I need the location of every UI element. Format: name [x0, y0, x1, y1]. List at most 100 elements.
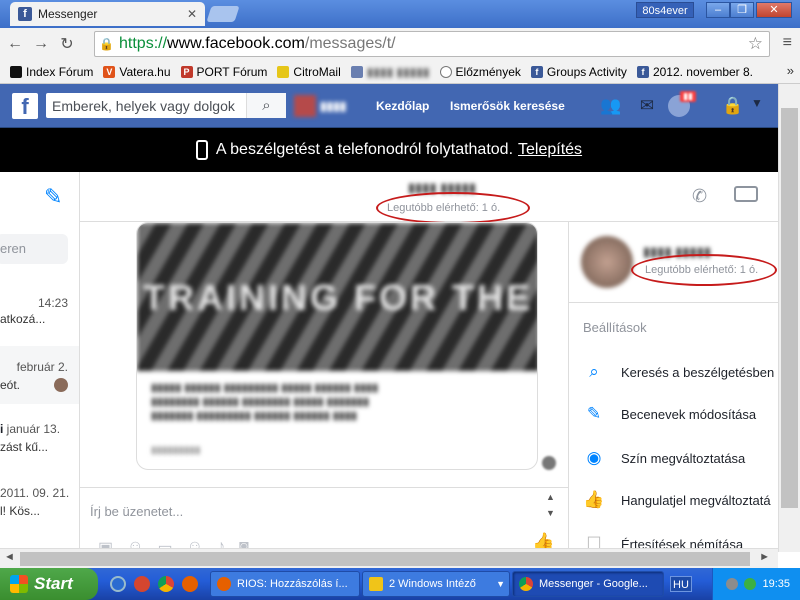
horizontal-scrollbar[interactable]: ◄ ► — [0, 548, 778, 568]
voice-call-icon[interactable]: ✆ — [692, 186, 707, 207]
taskbar-item-explorer[interactable]: 2 Windows Intéző ▼ — [362, 571, 510, 597]
tray-app-icon[interactable] — [726, 578, 739, 590]
back-arrow-icon[interactable]: ← — [4, 35, 26, 53]
taskbar-item-label: Messenger - Google... — [539, 578, 648, 590]
notifications-icon[interactable]: ▮▮ — [668, 91, 696, 117]
checkbox-icon: ☐ — [586, 534, 602, 548]
bookmarks-bar: Index Fórum V Vatera.hu P PORT Fórum Cit… — [0, 60, 800, 84]
mute-notifications-item[interactable]: ☐ Értesítések némítása — [583, 534, 743, 548]
conversation-time: február 2. — [16, 360, 68, 374]
folder-icon — [369, 577, 383, 591]
media-player-icon[interactable] — [110, 576, 126, 592]
search-icon[interactable]: ⌕ — [246, 93, 286, 118]
conversation-item[interactable]: i január 13. zást kű... — [0, 410, 79, 470]
facebook-favicon-icon: f — [18, 7, 32, 21]
messenger-icon[interactable]: ✉ — [636, 96, 658, 116]
scroll-left-arrow-icon[interactable]: ◄ — [4, 551, 15, 563]
window-close-button[interactable]: ✕ — [756, 2, 792, 18]
minimize-button[interactable]: – — [706, 2, 730, 18]
group-dropdown-icon[interactable]: ▼ — [496, 579, 505, 589]
compose-new-message-icon[interactable]: ✎ — [44, 184, 62, 210]
new-tab-button[interactable] — [206, 6, 240, 22]
browser-tab-messenger[interactable]: f Messenger ✕ — [10, 2, 205, 26]
conversation-item-selected[interactable]: február 2. eót. — [0, 346, 79, 404]
scroll-thumb[interactable] — [781, 108, 798, 508]
chrome-icon[interactable] — [158, 576, 174, 592]
video-call-icon[interactable] — [734, 186, 758, 202]
maximize-button[interactable]: ❐ — [730, 2, 754, 18]
facebook-logo-icon[interactable]: f — [12, 93, 38, 119]
red-annotation-ellipse — [376, 192, 530, 224]
network-icon[interactable] — [744, 578, 757, 590]
red-annotation-ellipse — [631, 254, 777, 286]
scroll-down-arrow-icon[interactable]: ▼ — [546, 508, 555, 518]
account-dropdown-icon[interactable]: ▼ — [746, 96, 768, 116]
url-domain: www.facebook.com — [167, 35, 305, 52]
address-bar[interactable]: 🔒 https:// www.facebook.com /messages/t/… — [94, 31, 770, 57]
conversation-snippet: atkozá... — [0, 312, 46, 326]
search-in-conversation-item[interactable]: ⌕ Keresés a beszélgetésben — [583, 362, 774, 382]
port-favicon-icon: P — [180, 65, 193, 78]
scroll-up-arrow-icon[interactable]: ▲ — [546, 492, 555, 502]
message-input[interactable] — [90, 504, 530, 519]
reload-icon[interactable]: ↻ — [56, 34, 78, 54]
language-indicator[interactable]: HU — [670, 576, 692, 592]
bookmark-star-icon[interactable]: ☆ — [748, 34, 763, 54]
edit-nicknames-item[interactable]: ✎ Becenevek módosítása — [583, 404, 756, 424]
palette-icon: ◉ — [586, 448, 602, 467]
bookmark-history[interactable]: Előzmények — [439, 65, 521, 79]
profile-link[interactable]: ▮▮▮▮ — [294, 94, 358, 118]
settings-item-label: Szín megváltoztatása — [621, 450, 746, 466]
clock: 19:35 — [762, 578, 790, 590]
change-emoji-item[interactable]: 👍 Hangulatjel megváltoztatá — [583, 490, 770, 510]
find-friends-link[interactable]: Ismerősök keresése — [450, 99, 565, 113]
start-button[interactable]: Start — [0, 568, 98, 600]
taskbar-item-chrome-messenger[interactable]: Messenger - Google... — [512, 571, 664, 597]
shared-link-card[interactable]: TRAINING FOR THE ▮▮▮▮▮ ▮▮▮▮▮▮ ▮▮▮▮▮▮▮▮▮ … — [136, 222, 538, 470]
browser-user-badge[interactable]: 80s4ever — [636, 2, 694, 18]
vertical-scrollbar[interactable] — [778, 84, 800, 552]
bookmark-label: Vatera.hu — [119, 64, 171, 79]
install-link[interactable]: Telepítés — [518, 141, 582, 159]
conversation-snippet: eót. — [0, 378, 21, 392]
facebook-search-input[interactable] — [46, 97, 246, 114]
bookmark-port-forum[interactable]: P PORT Fórum — [180, 65, 267, 79]
browser-menu-icon[interactable]: ≡ — [783, 34, 792, 52]
bookmark-vatera[interactable]: V Vatera.hu — [103, 64, 171, 79]
settings-item-label: Becenevek módosítása — [621, 406, 757, 422]
link-description-redacted: ▮▮▮▮▮ ▮▮▮▮▮▮ ▮▮▮▮▮▮▮▮▮ ▮▮▮▮▮ ▮▮▮▮▮▮ ▮▮▮▮… — [151, 382, 379, 422]
tab-close-icon[interactable]: ✕ — [187, 7, 197, 21]
vatera-favicon-icon: V — [103, 65, 116, 78]
bookmark-label: Index Fórum — [26, 64, 94, 79]
conversation-item[interactable]: 14:23 atkozá... — [0, 290, 79, 346]
conversation-item[interactable]: 2011. 09. 21. l! Kös... — [0, 476, 79, 536]
bookmark-2012-november[interactable]: f 2012. november 8. — [636, 65, 753, 79]
bookmark-groups-activity[interactable]: f Groups Activity — [530, 65, 627, 79]
forward-arrow-icon[interactable]: → — [30, 35, 52, 53]
chrome-icon — [519, 577, 533, 591]
privacy-shortcuts-icon[interactable]: 🔒 — [722, 96, 744, 116]
thumbs-up-icon: 👍 — [583, 490, 605, 509]
tab-title: Messenger — [38, 7, 98, 21]
firefox-icon[interactable] — [182, 576, 198, 592]
friend-requests-icon[interactable]: 👥 — [600, 96, 622, 116]
mail-icon[interactable] — [134, 576, 150, 592]
scroll-right-arrow-icon[interactable]: ► — [759, 551, 770, 563]
bookmark-index-forum[interactable]: Index Fórum — [10, 65, 93, 79]
messenger-search-input[interactable]: eren — [0, 234, 68, 264]
conversation-time: 14:23 — [37, 296, 68, 310]
scroll-thumb[interactable] — [20, 552, 750, 566]
url-scheme: https:// — [119, 35, 168, 52]
bookmark-citromail[interactable]: CitroMail — [277, 65, 341, 79]
divider — [569, 302, 778, 303]
change-color-item[interactable]: ◉ Szín megváltoztatása — [583, 448, 746, 468]
browser-titlebar: f Messenger ✕ 80s4ever – ❐ ✕ — [0, 0, 800, 28]
bookmark-redacted[interactable]: ▮▮▮▮ ▮▮▮▮▮ — [350, 65, 430, 79]
bookmarks-overflow-icon[interactable]: » — [787, 63, 794, 78]
home-link[interactable]: Kezdőlap — [376, 99, 429, 113]
taskbar-item-label: 2 Windows Intéző — [389, 578, 476, 590]
taskbar-item-firefox[interactable]: RIOS: Hozzászólás í... — [210, 571, 360, 597]
read-receipt-avatar — [542, 456, 556, 470]
facebook-header: f ⌕ ▮▮▮▮ Kezdőlap Ismerősök keresése 👥 ✉… — [0, 84, 778, 128]
chat-messages: TRAINING FOR THE ▮▮▮▮▮ ▮▮▮▮▮▮ ▮▮▮▮▮▮▮▮▮ … — [80, 222, 568, 487]
